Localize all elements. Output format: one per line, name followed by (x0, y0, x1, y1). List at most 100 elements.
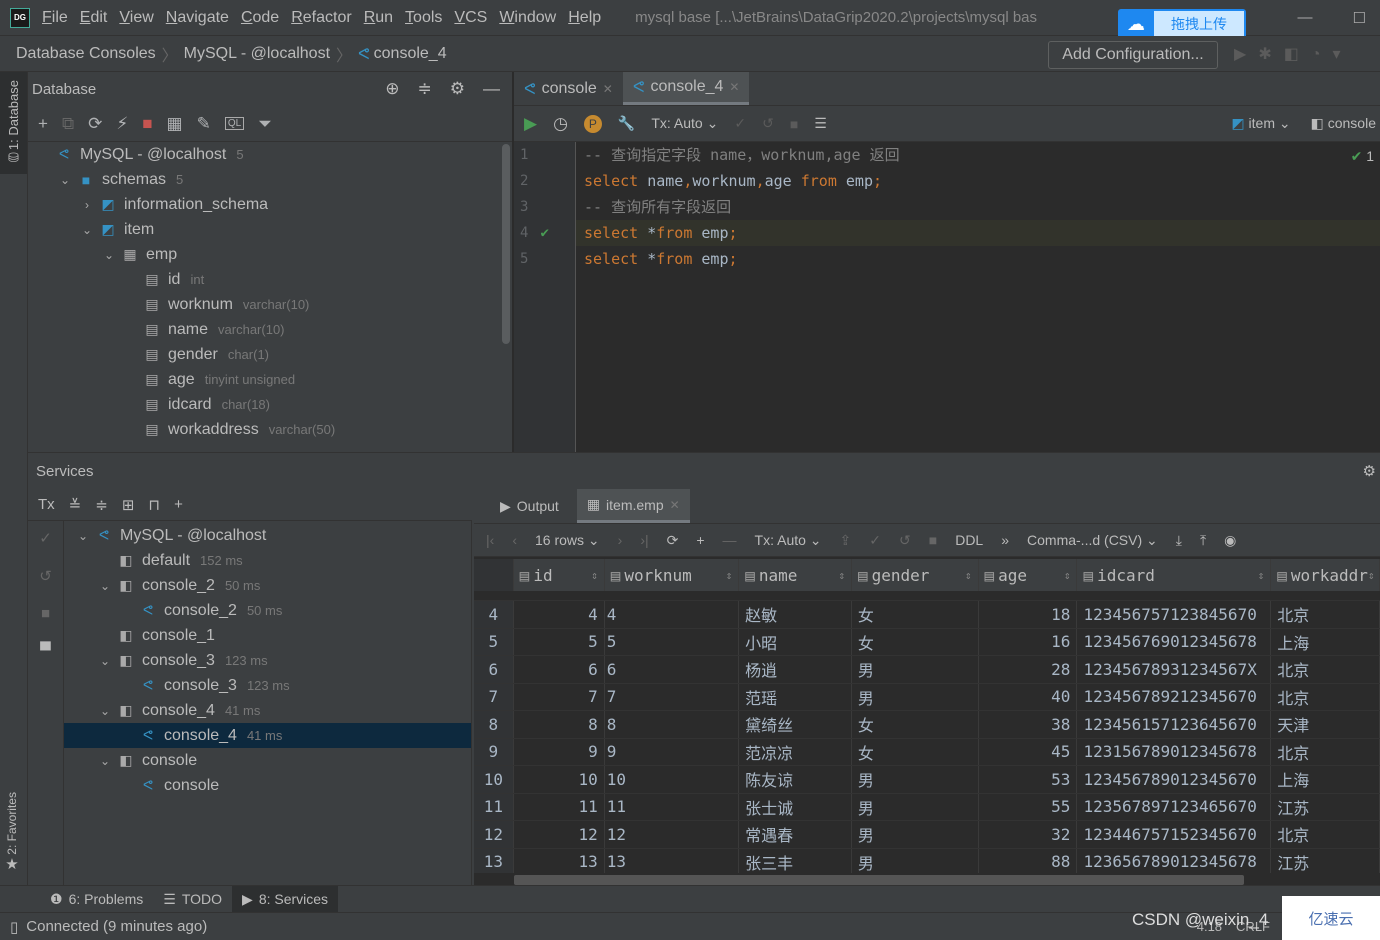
table-cell[interactable]: 杨逍 (739, 656, 852, 683)
table-cell[interactable]: 40 (979, 683, 1078, 710)
chevron-down-icon[interactable]: ⌄ (94, 579, 116, 593)
table-cell[interactable]: 小昭 (739, 628, 852, 655)
menu-navigate[interactable]: Navigate (166, 9, 229, 27)
table-cell[interactable]: 123456769012345678 (1077, 628, 1272, 655)
menu-tools[interactable]: Tools (405, 9, 442, 27)
chevron-down-icon[interactable]: ⌄ (76, 223, 98, 237)
rollback-icon[interactable]: ↺ (39, 567, 52, 585)
table-cell[interactable]: 123456757123845670 (1077, 601, 1272, 628)
maximize-icon[interactable]: ☐ (1353, 9, 1366, 27)
menu-file[interactable]: File (42, 9, 68, 27)
table-cell[interactable]: 13 (605, 848, 740, 873)
table-cell[interactable]: 12345678931234567X (1077, 656, 1272, 683)
table-cell[interactable]: 38 (979, 711, 1078, 738)
commit-icon[interactable]: ✓ (734, 115, 746, 132)
view-icon[interactable]: ◉ (1224, 532, 1236, 549)
table-cell[interactable]: 北京 (1271, 601, 1380, 628)
tree-node[interactable]: ▤ name varchar(10) (28, 317, 512, 342)
locate-icon[interactable]: ⊕ (385, 79, 399, 99)
table-cell[interactable]: 123656789012345678 (1077, 848, 1272, 873)
session-selector[interactable]: ◧ console (1311, 115, 1376, 132)
table-cell[interactable]: 10 (605, 766, 740, 793)
table-cell[interactable]: 女 (852, 628, 979, 655)
next-page-icon[interactable]: › (618, 532, 623, 548)
tree-node[interactable]: ⌄ ◩ item (28, 217, 512, 242)
menu-help[interactable]: Help (568, 9, 601, 27)
table-cell[interactable]: 13 (514, 848, 605, 873)
tree-node[interactable]: ᕙ console_4 41 ms (64, 723, 471, 748)
tx-mode-dropdown[interactable]: Tx: Auto ⌄ (755, 532, 822, 549)
add-row-icon[interactable]: + (696, 532, 704, 548)
delete-row-icon[interactable]: — (723, 532, 737, 548)
tree-node[interactable]: ▤ age tinyint unsigned (28, 367, 512, 392)
table-cell[interactable]: 12 (605, 821, 740, 848)
table-cell[interactable]: 8 (605, 711, 740, 738)
cancel-icon[interactable]: ■ (790, 116, 798, 132)
commit-icon[interactable]: ✓ (869, 532, 881, 549)
tool-tab-services[interactable]: ▶ 8: Services (232, 885, 339, 913)
menu-edit[interactable]: Edit (80, 9, 108, 27)
export-format-dropdown[interactable]: Comma-...d (CSV) ⌄ (1027, 532, 1158, 549)
tree-node[interactable]: ⌄ ■ schemas 5 (28, 167, 512, 192)
sort-icon[interactable]: ⇕ (965, 569, 972, 582)
sort-icon[interactable]: ⇕ (591, 569, 598, 582)
table-cell[interactable]: 5 (514, 628, 605, 655)
table-row[interactable]: 11 11 11 张士诚男 55 123567897123465670 江苏 (474, 793, 1380, 821)
tree-node[interactable]: ▤ workaddress varchar(50) (28, 417, 512, 442)
table-cell[interactable]: 12 (514, 821, 605, 848)
table-cell[interactable]: 江苏 (1271, 848, 1380, 873)
close-icon[interactable]: ✕ (729, 80, 739, 94)
run-icon[interactable]: ▶ (1234, 46, 1258, 63)
table-cell[interactable]: 江苏 (1271, 793, 1380, 820)
favorites-tool-tab[interactable]: 2: Favorites ★ (5, 792, 19, 873)
profile-icon[interactable]: ◔▾ (1311, 46, 1353, 63)
breadcrumb-item[interactable]: MySQL - @localhost (184, 45, 330, 63)
collapse-all-icon[interactable]: ≑ (95, 496, 108, 514)
rows-count-dropdown[interactable]: 16 rows ⌄ (535, 532, 600, 549)
gear-icon[interactable]: ⚙ (1363, 462, 1380, 480)
table-row[interactable]: 9 9 9 范凉凉女 45 123156789012345678 北京 (474, 738, 1380, 766)
layout-icon[interactable]: ▀ (40, 642, 51, 659)
table-cell[interactable]: 123456789212345670 (1077, 683, 1272, 710)
tree-node[interactable]: ▤ idcard char(18) (28, 392, 512, 417)
new-tab-icon[interactable]: ⊓ (148, 496, 160, 514)
schema-selector[interactable]: ◩ item ⌄ (1231, 115, 1290, 132)
close-icon[interactable]: ✕ (603, 82, 613, 96)
horizontal-scrollbar[interactable] (514, 875, 1244, 885)
cancel-icon[interactable]: ■ (929, 532, 937, 548)
group-icon[interactable]: ⊞ (122, 496, 135, 514)
tree-node[interactable]: ▤ id int (28, 267, 512, 292)
inspection-widget[interactable]: ✔ 1 (1351, 148, 1374, 165)
tool-tab-todo[interactable]: ☰ TODO (153, 886, 232, 913)
more-icon[interactable]: » (1001, 532, 1009, 548)
history-icon[interactable]: ◷ (553, 114, 568, 134)
table-cell[interactable]: 8 (514, 711, 605, 738)
tree-node[interactable]: ◧ default 152 ms (64, 548, 471, 573)
import-icon[interactable]: ⤒ (1200, 532, 1206, 549)
explain-plan-icon[interactable]: P (583, 114, 602, 133)
menu-run[interactable]: Run (364, 9, 393, 27)
tree-node[interactable]: ᕙ MySQL - @localhost 5 (28, 142, 512, 167)
tree-node[interactable]: ⌄ ᕙ MySQL - @localhost (64, 523, 471, 548)
table-cell[interactable]: 天津 (1271, 711, 1380, 738)
prev-page-icon[interactable]: ‹ (512, 532, 517, 548)
database-tool-tab[interactable]: 1: Database ⛁ (0, 72, 27, 175)
table-cell[interactable]: 北京 (1271, 683, 1380, 710)
table-cell[interactable]: 男 (852, 821, 979, 848)
sort-icon[interactable]: ⇕ (726, 569, 733, 582)
table-cell[interactable]: 女 (852, 738, 979, 765)
ql-console-icon[interactable]: QL (224, 117, 245, 130)
table-cell[interactable]: 张士诚 (739, 793, 852, 820)
menu-vcs[interactable]: VCS (454, 9, 487, 27)
table-cell[interactable]: 黛绮丝 (739, 711, 852, 738)
table-row[interactable]: 7 7 7 范瑶男 40 123456789212345670 北京 (474, 683, 1380, 711)
table-cell[interactable]: 28 (979, 656, 1078, 683)
tab-console_4[interactable]: ᕙ console_4 ✕ (622, 72, 750, 105)
table-row[interactable]: 8 8 8 黛绮丝女 38 123456157123645670 天津 (474, 711, 1380, 739)
first-page-icon[interactable]: |‹ (486, 532, 494, 548)
result-tab-item.emp[interactable]: ▦ item.emp ✕ (576, 489, 690, 523)
tree-node[interactable]: ᕙ console_3 123 ms (64, 673, 471, 698)
table-cell[interactable]: 32 (979, 821, 1078, 848)
table-cell[interactable]: 9 (605, 738, 740, 765)
output-view-icon[interactable]: ☰ (814, 115, 827, 132)
